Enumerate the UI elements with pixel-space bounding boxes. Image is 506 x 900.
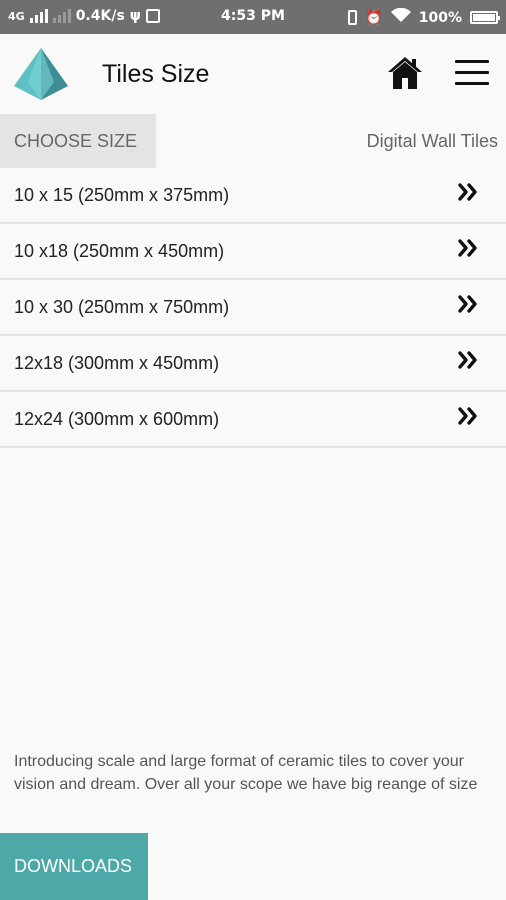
size-row[interactable]: 10 x 30 (250mm x 750mm) [0, 280, 506, 336]
status-bar: 4G 0.4K/s ψ 4:53 PM ⏰ 100% [0, 0, 506, 34]
size-label: 12x18 (300mm x 450mm) [14, 353, 220, 373]
size-label: 10 x18 (250mm x 450mm) [14, 241, 225, 261]
app-bar: Tiles Size [0, 34, 506, 114]
triangle-logo-icon [14, 48, 68, 100]
home-button[interactable] [387, 55, 423, 91]
choose-size-tab[interactable]: CHOOSE SIZE [0, 114, 156, 168]
downloads-button[interactable]: DOWNLOADS [0, 833, 148, 900]
menu-button[interactable] [455, 60, 489, 86]
double-chevron-right-icon [458, 407, 477, 425]
size-label: 10 x 30 (250mm x 750mm) [14, 297, 230, 317]
page-title: Tiles Size [102, 60, 210, 88]
size-label: 12x24 (300mm x 600mm) [14, 409, 220, 429]
size-label: 10 x 15 (250mm x 375mm) [14, 185, 230, 205]
double-chevron-right-icon [458, 295, 477, 313]
alarm-icon: ⏰ [365, 9, 383, 26]
size-row[interactable]: 10 x18 (250mm x 450mm) [0, 224, 506, 280]
size-row[interactable]: 12x24 (300mm x 600mm) [0, 392, 506, 448]
home-icon [388, 57, 422, 89]
size-row[interactable]: 10 x 15 (250mm x 375mm) [0, 168, 506, 224]
wifi-icon [390, 7, 411, 27]
hamburger-menu-icon [455, 60, 489, 63]
double-chevron-right-icon [458, 351, 477, 369]
intro-text: Introducing scale and large format of ce… [14, 753, 478, 793]
category-label: Digital Wall Tiles [366, 131, 498, 151]
double-chevron-right-icon [458, 183, 477, 201]
double-chevron-right-icon [458, 239, 477, 257]
subheader: CHOOSE SIZE Digital Wall Tiles [0, 114, 506, 168]
battery-icon [470, 11, 500, 24]
vibrate-icon [348, 10, 358, 25]
size-list: 10 x 15 (250mm x 375mm) 10 x18 (250mm x … [0, 168, 506, 448]
battery-percent: 100% [418, 9, 462, 26]
status-right: ⏰ 100% [348, 7, 500, 27]
size-row[interactable]: 12x18 (300mm x 450mm) [0, 336, 506, 392]
